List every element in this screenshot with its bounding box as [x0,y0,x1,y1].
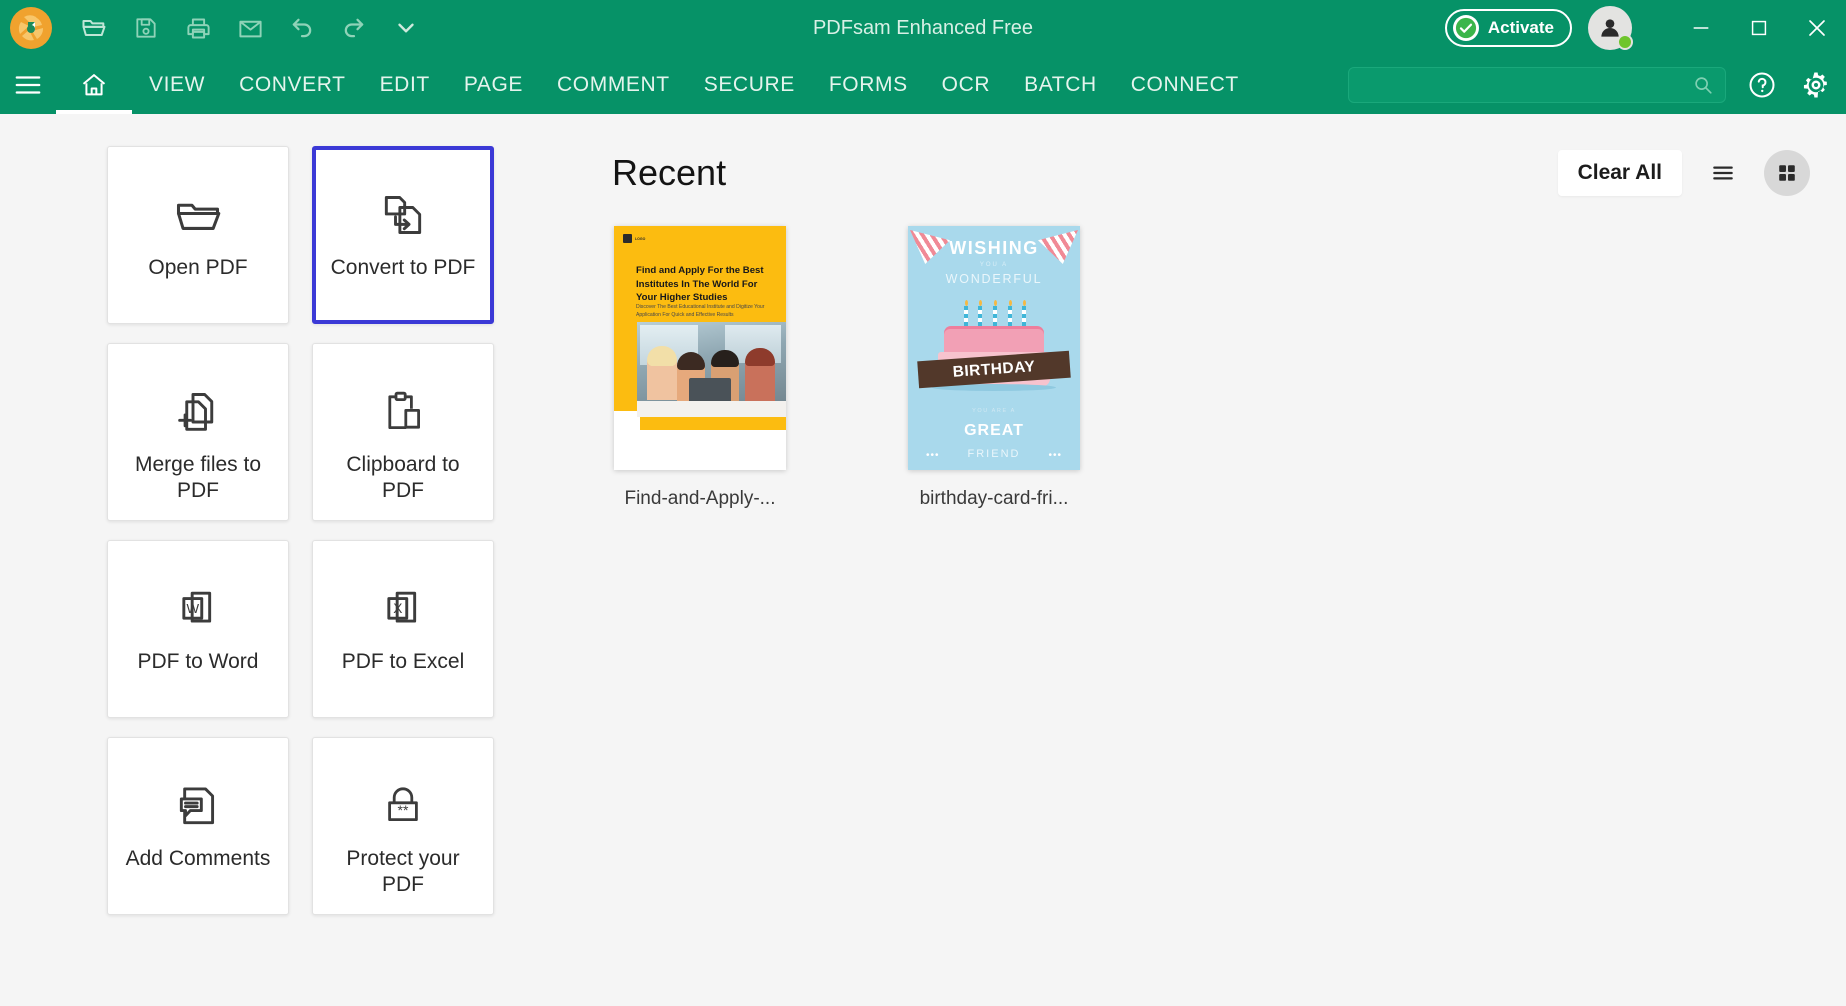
save-icon[interactable] [122,4,170,52]
list-view-toggle[interactable] [1700,150,1746,196]
tool-tile-label: Open PDF [148,256,248,279]
tab-page[interactable]: PAGE [447,56,540,114]
tool-tile-label: PDF to Excel [341,650,465,673]
title-bar: PDFsam Enhanced Free Activate [0,0,1846,56]
gear-icon[interactable] [1796,65,1836,105]
document-thumbnail[interactable]: LOGO Find and Apply For the Best Institu… [614,226,786,470]
svg-text:**: ** [398,802,409,818]
check-circle-icon [1452,15,1479,41]
recent-file-item[interactable]: WISHING YOU A WONDERFUL BIRTHDAY YOU ARE… [906,226,1082,510]
merge-files-icon [173,384,223,440]
clear-all-button[interactable]: Clear All [1557,150,1682,196]
title-bar-right: Activate [1444,0,1846,56]
card-line-3: WONDERFUL [945,272,1043,286]
avatar[interactable] [1588,6,1633,50]
svg-text:W: W [186,601,199,616]
recent-header: Recent Clear All [612,144,1810,202]
lock-icon: ** [379,778,427,834]
clipboard-icon [379,384,427,440]
tab-convert[interactable]: CONVERT [222,56,363,114]
hamburger-menu-icon[interactable] [0,56,56,114]
home-workspace: Open PDF Convert to PDF Merge files to P… [0,114,1846,1006]
tab-connect[interactable]: CONNECT [1114,56,1256,114]
tool-tile-merge-files-to-pdf[interactable]: Merge files to PDF [107,343,289,521]
tool-tile-add-comments[interactable]: Add Comments [107,737,289,915]
flyer-logo-badge: LOGO [623,234,645,243]
comment-document-icon [173,778,223,834]
tab-forms[interactable]: FORMS [812,56,925,114]
ribbon-tabs: VIEW CONVERT EDIT PAGE COMMENT SECURE FO… [132,56,1256,114]
search-input[interactable] [1348,67,1726,103]
card-dots-left: ••• [926,450,940,461]
tool-tile-label: Clipboard to PDF [346,453,460,502]
chevron-down-icon[interactable] [382,4,430,52]
recent-file-item[interactable]: LOGO Find and Apply For the Best Institu… [612,226,788,510]
recent-file-name: birthday-card-fri... [919,488,1069,509]
close-button[interactable] [1788,0,1846,56]
grid-view-toggle[interactable] [1764,150,1810,196]
ribbon-tab-bar: VIEW CONVERT EDIT PAGE COMMENT SECURE FO… [0,56,1846,114]
tool-tile-protect-your-pdf[interactable]: ** Protect your PDF [312,737,494,915]
recent-files-grid: LOGO Find and Apply For the Best Institu… [612,226,1082,510]
redo-icon[interactable] [330,4,378,52]
ribbon-right-actions [1742,56,1836,114]
tab-view[interactable]: VIEW [132,56,222,114]
card-line-1: WISHING [949,238,1039,258]
open-folder-icon[interactable] [70,4,118,52]
tool-tile-label: Convert to PDF [330,256,476,279]
tab-home[interactable] [56,56,132,114]
tool-tiles: Open PDF Convert to PDF Merge files to P… [107,146,494,915]
page-title: Recent [612,152,727,193]
tab-comment[interactable]: COMMENT [540,56,687,114]
recent-toolbar: Clear All [1557,150,1810,196]
word-document-icon: W [173,581,223,637]
flyer-photo [637,322,786,417]
print-icon[interactable] [174,4,222,52]
activate-button-label: Activate [1487,18,1554,37]
tab-secure[interactable]: SECURE [687,56,812,114]
tool-tile-pdf-to-word[interactable]: W PDF to Word [107,540,289,718]
tool-tile-pdf-to-excel[interactable]: X PDF to Excel [312,540,494,718]
help-icon[interactable] [1742,65,1782,105]
tool-tile-clipboard-to-pdf[interactable]: Clipboard to PDF [312,343,494,521]
recent-file-name: Find-and-Apply-... [624,488,776,509]
tab-batch[interactable]: BATCH [1007,56,1114,114]
card-line-2: YOU A [979,262,1009,268]
document-thumbnail[interactable]: WISHING YOU A WONDERFUL BIRTHDAY YOU ARE… [908,226,1080,470]
flyer-subheading: Discover The Best Educational Institute … [636,304,765,318]
tool-tile-label: Merge files to PDF [134,453,262,502]
flyer-heading: Find and Apply For the Best Institutes I… [636,265,764,304]
tool-tile-convert-to-pdf[interactable]: Convert to PDF [312,146,494,324]
status-badge [1617,34,1633,50]
maximize-button[interactable] [1730,0,1788,56]
svg-text:X: X [393,601,402,616]
tool-tile-label: PDF to Word [137,650,259,673]
undo-icon[interactable] [278,4,326,52]
activate-button[interactable]: Activate [1444,9,1572,47]
card-dots-right: ••• [1048,450,1062,461]
convert-to-pdf-icon [378,187,428,243]
excel-document-icon: X [378,581,428,637]
tool-tile-label: Protect your PDF [346,847,460,896]
search-container [1348,67,1726,103]
flyer-bottom-bar [640,417,786,430]
tool-tile-open-pdf[interactable]: Open PDF [107,146,289,324]
card-line-5: GREAT [964,422,1024,439]
tab-edit[interactable]: EDIT [363,56,447,114]
tab-ocr[interactable]: OCR [925,56,1007,114]
card-ribbon-text: BIRTHDAY [952,357,1036,381]
quick-access-toolbar [70,4,430,52]
minimize-button[interactable] [1672,0,1730,56]
email-icon[interactable] [226,4,274,52]
tool-tile-label: Add Comments [125,847,271,870]
birthday-card-art: WISHING YOU A WONDERFUL BIRTHDAY YOU ARE… [908,226,1080,470]
card-line-4: YOU ARE A [972,408,1016,414]
open-folder-icon [172,187,224,243]
pdfsam-logo [10,7,52,49]
